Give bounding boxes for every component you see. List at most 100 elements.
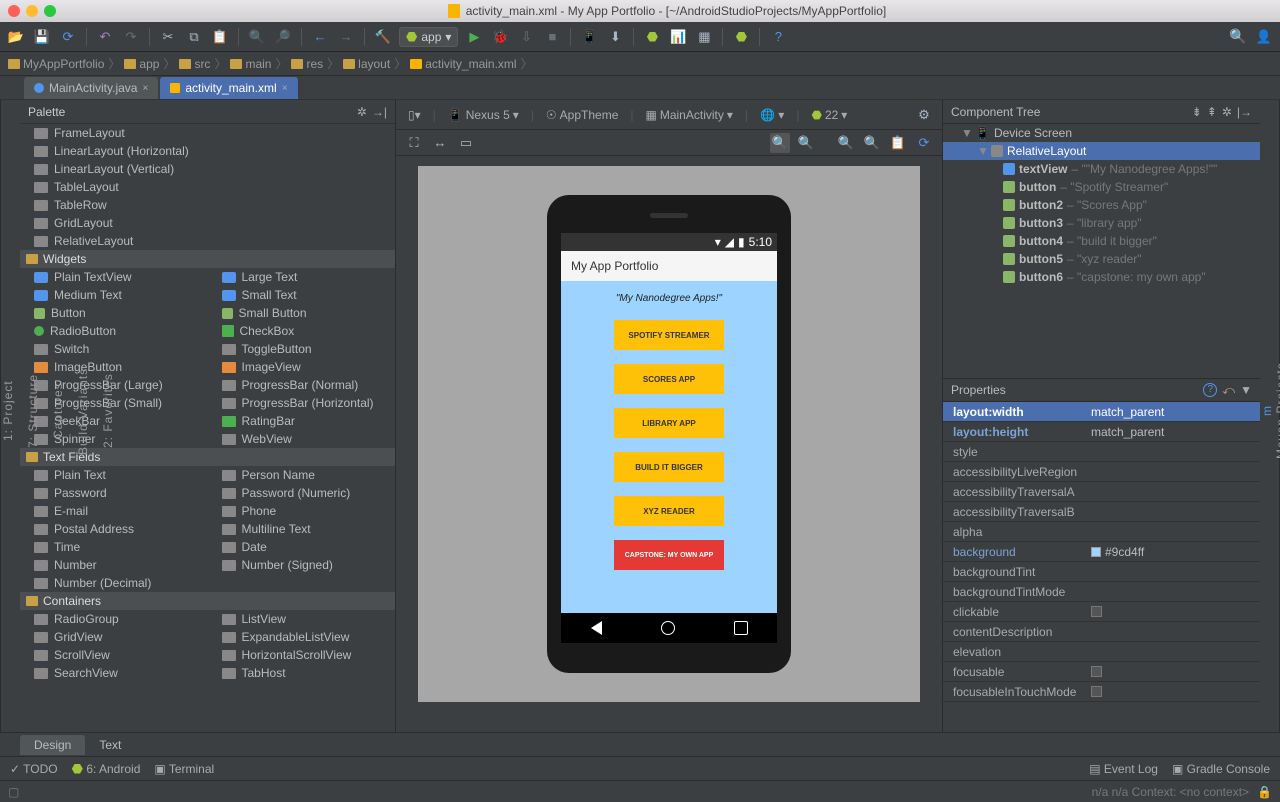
property-row[interactable]: clickable — [943, 602, 1260, 622]
tree-node-relativelayout[interactable]: ▼RelativeLayout — [943, 142, 1260, 160]
hide-icon[interactable]: →| — [372, 105, 387, 119]
help-icon[interactable]: ? — [1203, 383, 1217, 397]
help-icon[interactable]: ? — [768, 27, 788, 47]
replace-icon[interactable]: 🔎 — [273, 27, 293, 47]
open-icon[interactable]: 📂 — [6, 27, 26, 47]
run-button[interactable]: ▶ — [464, 27, 484, 47]
palette-item[interactable]: WebView — [208, 430, 396, 448]
zoom-actual-icon[interactable]: 🔍 — [796, 133, 816, 153]
palette-item[interactable]: TabHost — [208, 664, 396, 682]
save-icon[interactable]: 💾 — [32, 27, 52, 47]
property-row[interactable]: contentDescription — [943, 622, 1260, 642]
tree-node[interactable]: button4 – "build it bigger" — [943, 232, 1260, 250]
palette-item[interactable]: ProgressBar (Horizontal) — [208, 394, 396, 412]
gear-icon[interactable]: ⚙ — [914, 105, 934, 125]
tree-node[interactable]: button2 – "Scores App" — [943, 196, 1260, 214]
paste-icon[interactable]: 📋 — [210, 27, 230, 47]
back-nav-icon[interactable] — [591, 621, 602, 635]
reset-icon[interactable]: ⤺ — [1222, 383, 1235, 398]
todo-toolwindow[interactable]: ✓ TODO — [10, 762, 58, 776]
gear-icon[interactable]: ✲ — [1222, 105, 1232, 119]
android-help-icon[interactable]: ⬣ — [731, 27, 751, 47]
orientation-dropdown[interactable]: ▯▾ — [404, 108, 425, 122]
attach-icon[interactable]: ⇩ — [516, 27, 536, 47]
crumb[interactable]: res — [291, 57, 323, 71]
close-traffic-light[interactable] — [8, 5, 20, 17]
crumb[interactable]: app — [124, 57, 159, 71]
tree-node[interactable]: button3 – "library app" — [943, 214, 1260, 232]
undo-icon[interactable]: ↶ — [95, 27, 115, 47]
device-dropdown[interactable]: 📱 Nexus 5 ▾ — [444, 108, 523, 122]
tab-text[interactable]: Text — [85, 735, 135, 755]
redo-icon[interactable]: ↷ — [121, 27, 141, 47]
run-config-dropdown[interactable]: ⬣ app ▾ — [399, 27, 458, 47]
app-button[interactable]: BUILD IT BIGGER — [614, 452, 724, 482]
recents-nav-icon[interactable] — [734, 621, 748, 635]
hide-icon[interactable]: |→ — [1237, 105, 1252, 119]
app-button[interactable]: LIBRARY APP — [614, 408, 724, 438]
find-icon[interactable]: 🔍 — [247, 27, 267, 47]
component-tree[interactable]: ▼📱Device Screen ▼RelativeLayout textView… — [943, 124, 1260, 378]
clipboard-icon[interactable]: 📋 — [888, 133, 908, 153]
palette-item[interactable]: ExpandableListView — [208, 628, 396, 646]
device-screen[interactable]: ▾ ◢ ▮ 5:10 My App Portfolio "My Nanodegr… — [561, 233, 777, 643]
crumb[interactable]: activity_main.xml — [410, 57, 516, 71]
app-button[interactable]: SPOTIFY STREAMER — [614, 320, 724, 350]
expand-icon[interactable]: ⛶ — [404, 133, 424, 153]
monitor-icon[interactable]: ⬣ — [642, 27, 662, 47]
expand-icon[interactable]: ⇟ — [1192, 105, 1202, 119]
back-icon[interactable]: ← — [310, 27, 330, 47]
copy-icon[interactable]: ⧉ — [184, 27, 204, 47]
property-row[interactable]: elevation — [943, 642, 1260, 662]
palette-item[interactable]: RatingBar — [208, 412, 396, 430]
editor-tab-xml[interactable]: activity_main.xml × — [160, 77, 297, 99]
palette-item[interactable]: Date — [208, 538, 396, 556]
property-row[interactable]: backgroundTintMode — [943, 582, 1260, 602]
activity-dropdown[interactable]: ▦ MainActivity ▾ — [642, 108, 737, 122]
terminal-toolwindow[interactable]: ▣ Terminal — [154, 762, 214, 776]
crumb[interactable]: main — [230, 57, 271, 71]
status-icon[interactable]: ▢ — [8, 785, 19, 799]
right-tool-gutter[interactable]: mMaven ProjectsGradle — [1260, 100, 1280, 732]
filter-icon[interactable]: ▼ — [1240, 383, 1252, 398]
palette-item[interactable]: Person Name — [208, 466, 396, 484]
locale-dropdown[interactable]: 🌐 ▾ — [756, 108, 788, 122]
properties-table[interactable]: layout:widthmatch_parentlayout:heightmat… — [943, 402, 1260, 732]
stop-icon[interactable]: ■ — [542, 27, 562, 47]
tree-node[interactable]: button6 – "capstone: my own app" — [943, 268, 1260, 286]
zoom-traffic-light[interactable] — [44, 5, 56, 17]
theme-dropdown[interactable]: ☉ AppTheme — [542, 108, 622, 122]
palette-item[interactable]: CheckBox — [208, 322, 396, 340]
palette-item[interactable]: Number (Signed) — [208, 556, 396, 574]
palette-item[interactable]: Multiline Text — [208, 520, 396, 538]
palette-item[interactable]: ProgressBar (Normal) — [208, 376, 396, 394]
property-row[interactable]: layout:widthmatch_parent — [943, 402, 1260, 422]
close-tab-icon[interactable]: × — [142, 83, 148, 94]
crumb[interactable]: src — [179, 57, 210, 71]
zoom-in-icon[interactable]: 🔍 — [836, 133, 856, 153]
refresh-icon[interactable]: ⟳ — [914, 133, 934, 153]
make-icon[interactable]: 🔨 — [373, 27, 393, 47]
crumb[interactable]: layout — [343, 57, 390, 71]
palette-item[interactable]: Large Text — [208, 268, 396, 286]
tree-node[interactable]: button5 – "xyz reader" — [943, 250, 1260, 268]
property-row[interactable]: background#9cd4ff — [943, 542, 1260, 562]
tree-node[interactable]: textView – ""My Nanodegree Apps!"" — [943, 160, 1260, 178]
avd-icon[interactable]: 📱 — [579, 27, 599, 47]
crumb[interactable]: MyAppPortfolio — [8, 57, 104, 71]
android-toolwindow[interactable]: ⬣ 6: Android — [72, 761, 141, 777]
home-nav-icon[interactable] — [661, 621, 675, 635]
sync-icon[interactable]: ⟳ — [58, 27, 78, 47]
app-button[interactable]: XYZ READER — [614, 496, 724, 526]
layout-icon[interactable]: ▦ — [694, 27, 714, 47]
collapse-icon[interactable]: ⇞ — [1207, 105, 1217, 119]
palette-item[interactable]: ImageView — [208, 358, 396, 376]
search-everywhere-icon[interactable]: 🔍 — [1228, 27, 1248, 47]
property-row[interactable]: alpha — [943, 522, 1260, 542]
tree-node-device[interactable]: ▼📱Device Screen — [943, 124, 1260, 142]
tab-design[interactable]: Design — [20, 735, 85, 755]
palette-item[interactable]: Phone — [208, 502, 396, 520]
property-row[interactable]: focusableInTouchMode — [943, 682, 1260, 702]
close-tab-icon[interactable]: × — [282, 83, 288, 94]
palette-item[interactable]: Small Button — [208, 304, 396, 322]
